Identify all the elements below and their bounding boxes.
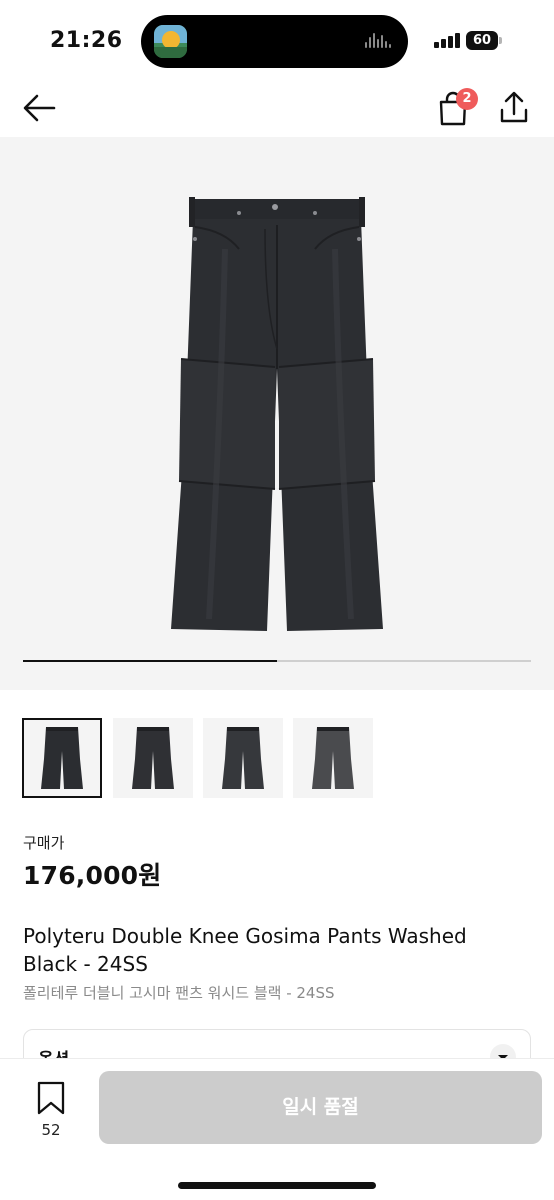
share-button[interactable] bbox=[496, 88, 532, 128]
dynamic-island bbox=[141, 15, 408, 68]
home-indicator bbox=[178, 1182, 376, 1189]
status-time: 21:26 bbox=[50, 28, 123, 53]
bookmark-count: 52 bbox=[41, 1121, 61, 1139]
battery-icon: 60 bbox=[466, 31, 502, 50]
cellular-signal-icon bbox=[434, 32, 462, 48]
arrow-left-icon bbox=[23, 94, 56, 122]
live-activity-app-icon bbox=[154, 25, 187, 58]
cart-button[interactable]: 2 bbox=[434, 86, 478, 128]
thumbnail-item[interactable] bbox=[203, 718, 283, 798]
cart-count-badge: 2 bbox=[456, 88, 478, 110]
thumbnail-photo bbox=[132, 727, 174, 789]
bookmark-button[interactable]: 52 bbox=[30, 1079, 72, 1139]
share-icon bbox=[500, 91, 528, 123]
sold-out-button[interactable]: 일시 품절 bbox=[99, 1071, 542, 1144]
thumbnail-photo bbox=[222, 727, 264, 789]
thumbnail-photo bbox=[312, 727, 354, 789]
thumbnail-photo bbox=[41, 727, 83, 789]
thumbnail-item[interactable] bbox=[22, 718, 102, 798]
product-photo bbox=[171, 197, 383, 631]
top-navigation: 2 bbox=[0, 80, 554, 136]
bookmark-icon bbox=[37, 1081, 65, 1115]
thumbnail-item[interactable] bbox=[293, 718, 373, 798]
bottom-action-bar: 52 일시 품절 bbox=[0, 1058, 554, 1200]
thumbnail-strip bbox=[22, 718, 542, 800]
carousel-progress-fill bbox=[23, 660, 277, 662]
back-button[interactable] bbox=[20, 90, 60, 126]
price-value: 176,000원 bbox=[23, 861, 162, 890]
price-label: 구매가 bbox=[23, 834, 65, 852]
product-image-carousel[interactable] bbox=[0, 137, 554, 690]
product-title: Polyteru Double Knee Gosima Pants Washed… bbox=[23, 924, 467, 976]
status-bar: 21:26 60 bbox=[0, 0, 554, 80]
carousel-progress bbox=[23, 660, 531, 662]
audio-waveform-icon bbox=[365, 32, 393, 52]
battery-level: 60 bbox=[466, 31, 498, 50]
thumbnail-item[interactable] bbox=[113, 718, 193, 798]
product-subtitle-korean: 폴리테루 더블니 고시마 팬츠 워시드 블랙 - 24SS bbox=[23, 984, 335, 1002]
